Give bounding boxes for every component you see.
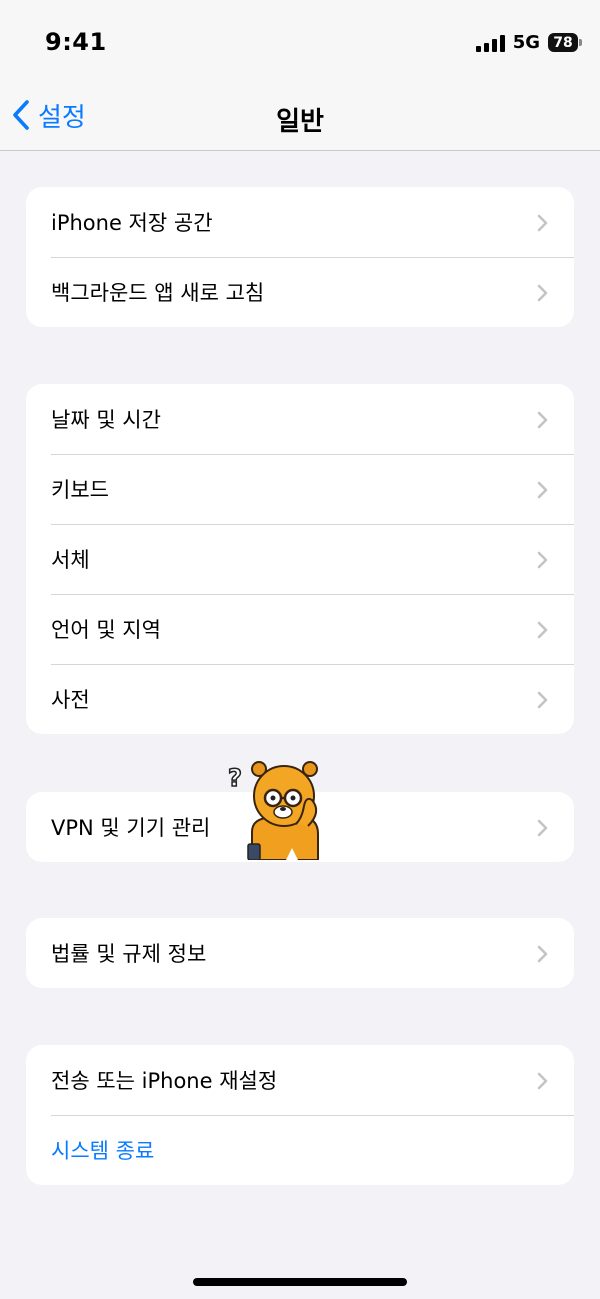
row-label: 시스템 종료 xyxy=(51,1139,155,1163)
battery-level: 78 xyxy=(553,34,573,51)
row-label: 사전 xyxy=(51,688,90,712)
settings-row-dictionary[interactable]: 사전 xyxy=(26,664,574,734)
navigation-bar: 설정 일반 xyxy=(0,80,600,151)
row-label: 전송 또는 iPhone 재설정 xyxy=(51,1069,278,1093)
chevron-right-icon xyxy=(537,691,548,709)
chevron-right-icon xyxy=(537,284,548,302)
settings-group-storage: iPhone 저장 공간 백그라운드 앱 새로 고침 xyxy=(26,187,574,327)
chevron-right-icon xyxy=(537,214,548,232)
settings-group-reset: 전송 또는 iPhone 재설정 시스템 종료 xyxy=(26,1045,574,1185)
settings-group-locale: 날짜 및 시간 키보드 서체 언어 및 지역 사전 xyxy=(26,384,574,734)
settings-row-vpn-device-management[interactable]: VPN 및 기기 관리 xyxy=(26,792,574,862)
row-label: VPN 및 기기 관리 xyxy=(51,816,211,840)
status-indicators: 5G 78 xyxy=(475,32,582,53)
chevron-right-icon xyxy=(537,411,548,429)
chevron-right-icon xyxy=(537,819,548,837)
cellular-signal-icon xyxy=(475,34,505,52)
page-title: 일반 xyxy=(276,107,324,137)
chevron-right-icon xyxy=(537,621,548,639)
network-type: 5G xyxy=(512,32,540,53)
row-label: 백그라운드 앱 새로 고침 xyxy=(51,281,265,305)
chevron-right-icon xyxy=(537,481,548,499)
status-bar: 9:41 5G 78 xyxy=(0,0,600,80)
home-indicator[interactable] xyxy=(193,1278,407,1286)
settings-row-keyboard[interactable]: 키보드 xyxy=(26,454,574,524)
row-label: 키보드 xyxy=(51,478,109,502)
shut-down-button[interactable]: 시스템 종료 xyxy=(26,1115,574,1185)
settings-row-transfer-reset[interactable]: 전송 또는 iPhone 재설정 xyxy=(26,1045,574,1115)
settings-group-legal: 법률 및 규제 정보 xyxy=(26,918,574,988)
battery-icon: 78 xyxy=(548,33,582,52)
settings-row-iphone-storage[interactable]: iPhone 저장 공간 xyxy=(26,187,574,257)
chevron-right-icon xyxy=(537,551,548,569)
row-label: 서체 xyxy=(51,548,90,572)
row-label: 언어 및 지역 xyxy=(51,618,161,642)
chevron-right-icon xyxy=(537,1072,548,1090)
settings-row-date-time[interactable]: 날짜 및 시간 xyxy=(26,384,574,454)
settings-group-vpn: VPN 및 기기 관리 xyxy=(26,792,574,862)
settings-row-language-region[interactable]: 언어 및 지역 xyxy=(26,594,574,664)
svg-text:?: ? xyxy=(228,764,242,792)
settings-row-background-refresh[interactable]: 백그라운드 앱 새로 고침 xyxy=(26,257,574,327)
chevron-right-icon xyxy=(537,945,548,963)
row-label: 날짜 및 시간 xyxy=(51,408,161,432)
settings-row-legal-regulatory[interactable]: 법률 및 규제 정보 xyxy=(26,918,574,988)
status-time: 9:41 xyxy=(45,28,107,56)
row-label: 법률 및 규제 정보 xyxy=(51,942,207,966)
settings-row-fonts[interactable]: 서체 xyxy=(26,524,574,594)
row-label: iPhone 저장 공간 xyxy=(51,211,213,235)
